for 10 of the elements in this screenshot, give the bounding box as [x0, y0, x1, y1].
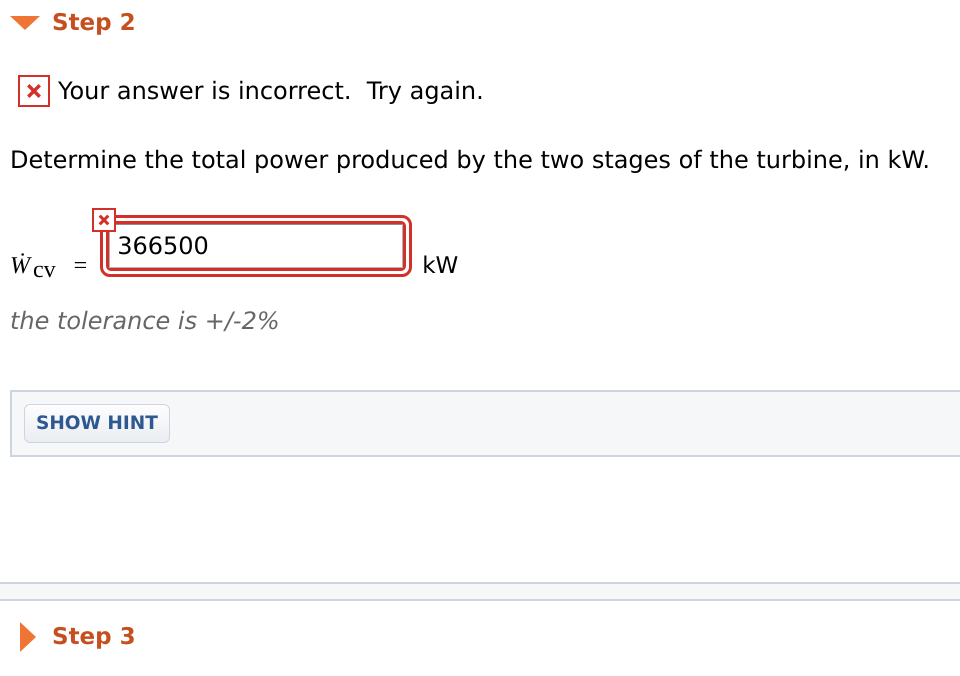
show-hint-button[interactable]: SHOW HINT — [24, 404, 170, 443]
step-title[interactable]: Step 3 — [52, 624, 136, 650]
caret-right-icon[interactable] — [20, 622, 36, 652]
tolerance-note: the tolerance is +/-2% — [10, 307, 280, 335]
feedback-message: Your answer is incorrect. Try again. — [58, 77, 484, 105]
question-text: Determine the total power produced by the two stages of the turbine, in kW. — [10, 146, 931, 174]
caret-down-icon[interactable] — [10, 16, 40, 30]
answer-field[interactable]: 366500 — [100, 215, 412, 277]
step-title[interactable]: Step 2 — [52, 10, 136, 36]
unit-label: kW — [422, 253, 458, 279]
